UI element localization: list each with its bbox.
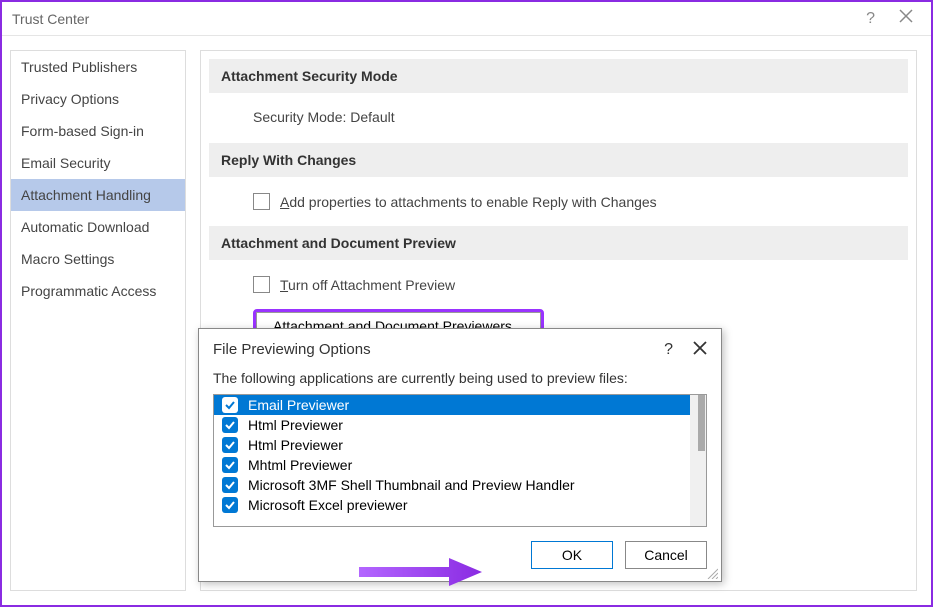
- scrollbar-thumb[interactable]: [698, 395, 705, 451]
- modal-close-icon[interactable]: [693, 341, 707, 360]
- window-title-bar: Trust Center ?: [2, 2, 931, 36]
- checkmark-icon: [222, 477, 238, 493]
- section-header-preview: Attachment and Document Preview: [209, 226, 908, 260]
- list-item-label: Html Previewer: [248, 417, 343, 433]
- sidebar-item-trusted-publishers[interactable]: Trusted Publishers: [11, 51, 185, 83]
- checkmark-icon: [222, 497, 238, 513]
- sidebar-item-programmatic-access[interactable]: Programmatic Access: [11, 275, 185, 307]
- modal-description: The following applications are currently…: [199, 370, 721, 394]
- sidebar-item-privacy-options[interactable]: Privacy Options: [11, 83, 185, 115]
- sidebar-item-form-based-sign-in[interactable]: Form-based Sign-in: [11, 115, 185, 147]
- scrollbar[interactable]: [690, 395, 706, 526]
- checkmark-icon: [222, 417, 238, 433]
- window-title: Trust Center: [12, 11, 866, 27]
- cancel-button[interactable]: Cancel: [625, 541, 707, 569]
- list-item-label: Html Previewer: [248, 437, 343, 453]
- list-item[interactable]: Email Previewer: [214, 395, 706, 415]
- checkbox-add-properties[interactable]: [253, 193, 270, 210]
- list-item[interactable]: Microsoft 3MF Shell Thumbnail and Previe…: [214, 475, 706, 495]
- modal-help-icon[interactable]: ?: [664, 341, 673, 360]
- list-item[interactable]: Html Previewer: [214, 415, 706, 435]
- checkbox-label-add-properties: Add properties to attachments to enable …: [280, 194, 657, 210]
- modal-file-previewing: File Previewing Options ? The following …: [198, 328, 722, 582]
- section-header-security-mode: Attachment Security Mode: [209, 59, 908, 93]
- list-item-label: Microsoft 3MF Shell Thumbnail and Previe…: [248, 477, 575, 493]
- modal-title: File Previewing Options: [213, 341, 644, 360]
- modal-button-row: OK Cancel: [199, 527, 721, 581]
- window-controls: ?: [866, 9, 921, 28]
- security-mode-value: Security Mode: Default: [209, 105, 908, 143]
- modal-overlay: File Previewing Options ? The following …: [2, 328, 722, 600]
- sidebar-item-attachment-handling[interactable]: Attachment Handling: [11, 179, 185, 211]
- list-item-label: Email Previewer: [248, 397, 349, 413]
- checkbox-label-turn-off-preview: Turn off Attachment Preview: [280, 277, 455, 293]
- section-header-reply-changes: Reply With Changes: [209, 143, 908, 177]
- list-item-label: Mhtml Previewer: [248, 457, 352, 473]
- list-item-label: Microsoft Excel previewer: [248, 497, 408, 513]
- sidebar-item-automatic-download[interactable]: Automatic Download: [11, 211, 185, 243]
- ok-button[interactable]: OK: [531, 541, 613, 569]
- help-icon[interactable]: ?: [866, 10, 875, 28]
- checkbox-row-add-properties: Add properties to attachments to enable …: [209, 189, 908, 214]
- sidebar-item-macro-settings[interactable]: Macro Settings: [11, 243, 185, 275]
- checkbox-turn-off-preview[interactable]: [253, 276, 270, 293]
- list-item[interactable]: Microsoft Excel previewer: [214, 495, 706, 515]
- close-icon[interactable]: [899, 9, 913, 28]
- list-item[interactable]: Html Previewer: [214, 435, 706, 455]
- checkmark-icon: [222, 457, 238, 473]
- list-item[interactable]: Mhtml Previewer: [214, 455, 706, 475]
- sidebar-item-email-security[interactable]: Email Security: [11, 147, 185, 179]
- previewer-list: Email Previewer Html Previewer Html Prev…: [213, 394, 707, 527]
- checkmark-icon: [222, 437, 238, 453]
- checkbox-row-turn-off-preview: Turn off Attachment Preview: [209, 272, 908, 297]
- modal-title-bar: File Previewing Options ?: [199, 329, 721, 370]
- checkmark-icon: [222, 397, 238, 413]
- resize-grip-icon[interactable]: [706, 566, 718, 578]
